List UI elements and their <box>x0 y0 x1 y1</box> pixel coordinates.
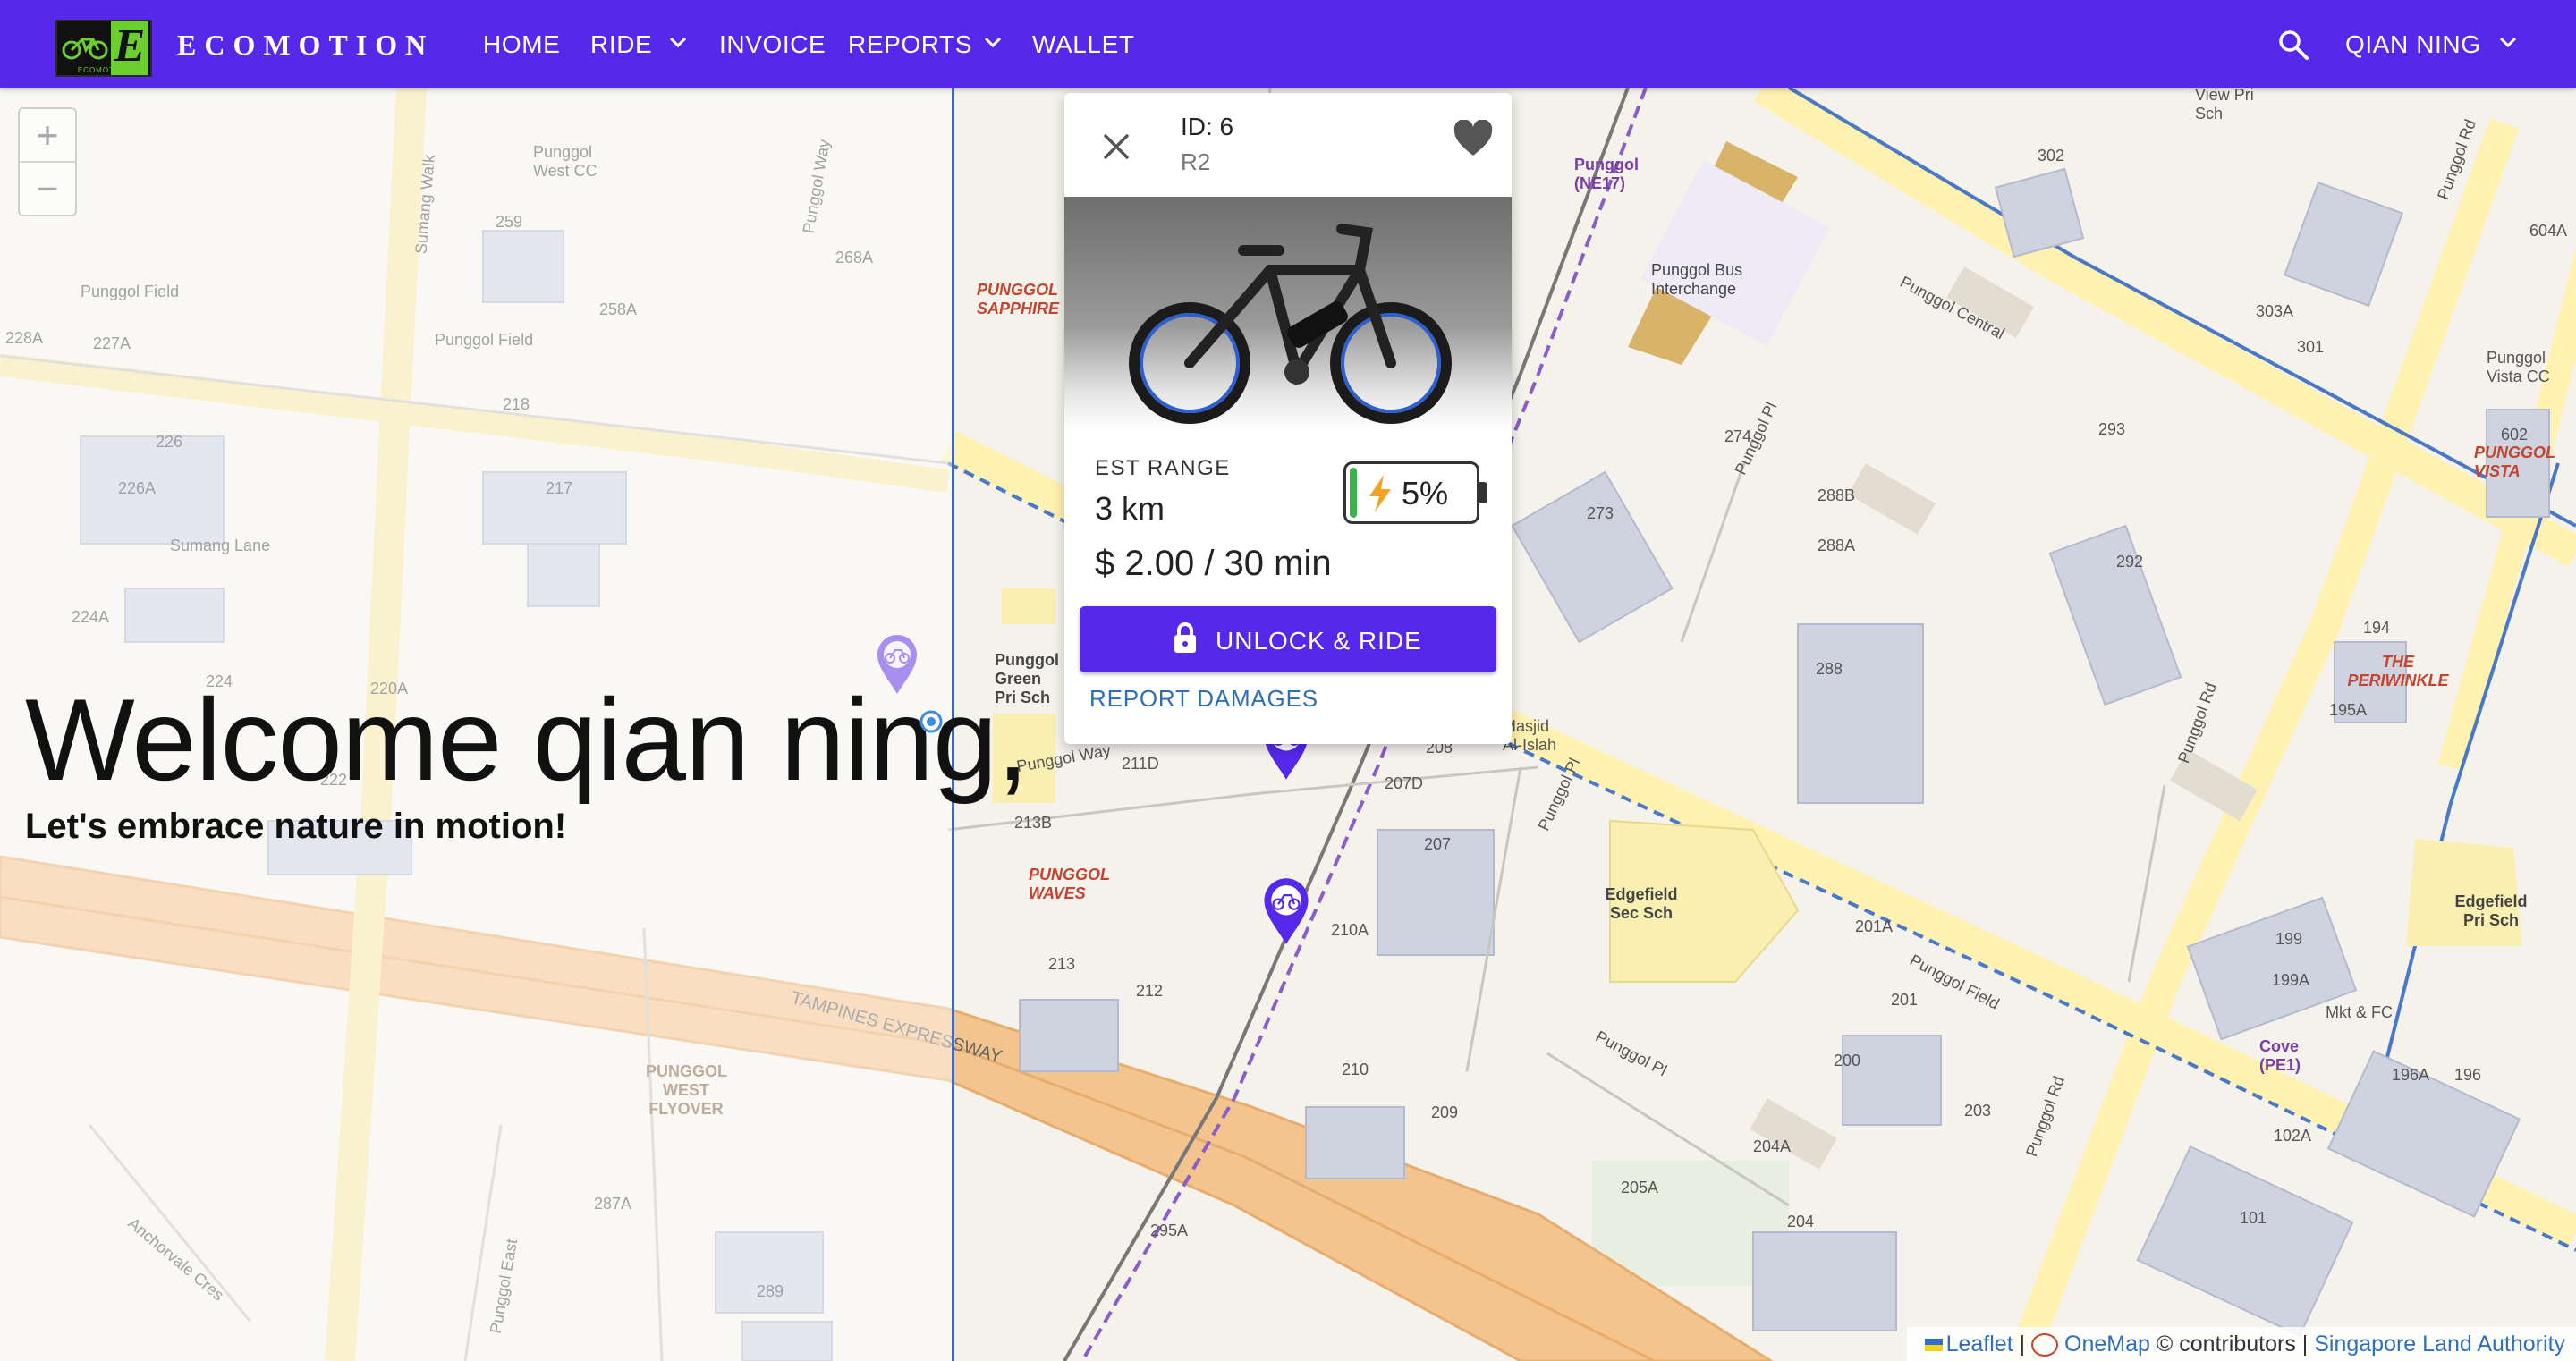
bike-detail-card: ID: 6 R2 EST RANGE 3 km 5% $ 2.00 / 30 m… <box>1064 93 1512 744</box>
brand-name[interactable]: ECOMOTION <box>177 29 434 62</box>
map-label: 209 <box>1431 1103 1459 1121</box>
map-label: 101 <box>2240 1209 2267 1227</box>
map-label: 604A <box>2529 222 2568 240</box>
map-label: 203 <box>1964 1102 1992 1120</box>
map-label: 288A <box>1818 537 1856 554</box>
map-label: 213B <box>1014 814 1053 832</box>
map-label: 292 <box>2116 553 2144 571</box>
map-label: 207D <box>1385 774 1424 792</box>
map-label: 273 <box>1587 504 1614 522</box>
close-icon[interactable] <box>1098 129 1134 165</box>
map-label: 295A <box>1150 1222 1189 1239</box>
report-damages-link[interactable]: REPORT DAMAGES <box>1089 685 1318 713</box>
map-label: 293 <box>2098 420 2126 438</box>
bike-logo-icon <box>62 38 108 60</box>
location-marker-icon[interactable] <box>918 708 945 735</box>
map-label: THE PERIWINKLE <box>2347 653 2449 689</box>
map-label: 210 <box>1342 1061 1369 1078</box>
bike-id: ID: 6 <box>1181 113 1234 140</box>
nav-ride[interactable]: RIDE <box>590 30 652 59</box>
chevron-down-icon[interactable] <box>2499 36 2517 48</box>
attribution-contributors: © contributors | <box>2156 1331 2309 1357</box>
range-value: 3 km <box>1095 490 1165 527</box>
bike-pin-icon[interactable] <box>1261 876 1311 946</box>
logo-caption: ECOMOTION <box>77 66 131 74</box>
map-label: 199A <box>2272 971 2310 989</box>
lightning-icon <box>1369 475 1391 512</box>
map-label: 201A <box>1855 917 1894 935</box>
map-label: 213 <box>1048 955 1076 973</box>
search-icon[interactable] <box>2277 29 2309 61</box>
map-label: Punggol Bus Interchange <box>1651 261 1743 298</box>
battery-fill <box>1350 468 1357 518</box>
zoom-in-button[interactable]: + <box>20 109 75 161</box>
chevron-down-icon[interactable] <box>984 36 1002 48</box>
map-label: Mkt & FC <box>2326 1003 2393 1021</box>
nav-wallet[interactable]: WALLET <box>1032 30 1135 59</box>
app-logo[interactable]: E ECOMOTION <box>55 20 152 77</box>
map-label: PUNGGOL VISTA <box>2474 444 2555 480</box>
map-label: View Pri Sch <box>2195 88 2254 123</box>
map-label: 211D <box>1122 755 1159 773</box>
map-label: 210A <box>1331 921 1369 939</box>
map-label: 288B <box>1818 486 1856 504</box>
map-label: 212 <box>1136 982 1164 1000</box>
map-label: 301 <box>2297 338 2325 356</box>
unlock-ride-label: UNLOCK & RIDE <box>1216 627 1422 655</box>
lock-icon <box>1174 622 1196 653</box>
zoom-out-button[interactable]: − <box>20 161 75 215</box>
map-label: Edgefield Pri Sch <box>2454 892 2528 929</box>
map-label: Punggol (NE17) <box>1574 156 1639 192</box>
map-label: PUNGGOL WAVES <box>1029 866 1110 902</box>
leaflet-link[interactable]: Leaflet <box>1946 1331 2013 1357</box>
battery-percent: 5% <box>1402 475 1449 511</box>
top-navbar: E ECOMOTION ECOMOTION HOME RIDE INVOICE … <box>0 0 2576 88</box>
battery-indicator: 5% <box>1343 461 1487 524</box>
bike-code: R2 <box>1181 148 1211 175</box>
ride-price: $ 2.00 / 30 min <box>1095 544 1332 583</box>
zoom-control: + − <box>18 107 77 216</box>
map-label: 274 <box>1724 427 1752 445</box>
bike-image <box>1129 224 1452 424</box>
heart-icon[interactable] <box>1453 120 1494 157</box>
flag-icon <box>1924 1339 1943 1352</box>
attribution-separator: | <box>2019 1331 2026 1357</box>
map-attribution: Leaflet | OneMap © contributors | Singap… <box>1906 1327 2576 1361</box>
sla-link[interactable]: Singapore Land Authority <box>2314 1331 2565 1357</box>
map-label: 204A <box>1753 1137 1792 1155</box>
map-label: 204 <box>1787 1213 1815 1230</box>
range-label: EST RANGE <box>1095 456 1231 480</box>
nav-invoice[interactable]: INVOICE <box>719 30 826 59</box>
map-label: 195A <box>2329 701 2368 719</box>
nav-home[interactable]: HOME <box>483 30 560 59</box>
onemap-link[interactable]: OneMap <box>2064 1331 2150 1357</box>
map-label: 602 <box>2501 426 2529 444</box>
map-label: 102A <box>2274 1127 2312 1145</box>
user-menu[interactable]: QIAN NING <box>2345 30 2481 59</box>
bike-pin-icon[interactable] <box>875 633 919 696</box>
map-label: Cove (PE1) <box>2259 1037 2301 1074</box>
map-label: PUNGGOL SAPPHIRE <box>977 281 1060 317</box>
map-label: 194 <box>2363 619 2391 637</box>
map-label: 207 <box>1424 835 1452 853</box>
map-label: 201 <box>1891 991 1919 1009</box>
nav-reports[interactable]: REPORTS <box>848 30 972 59</box>
onemap-logo-icon <box>2031 1333 2059 1357</box>
map-label: 288 <box>1816 660 1843 678</box>
map-label: 303A <box>2256 302 2294 320</box>
battery-nub <box>1479 482 1487 503</box>
map-label: Masjid Al-Islah <box>1503 717 1557 754</box>
map-label: 196A <box>2392 1066 2430 1084</box>
chevron-down-icon[interactable] <box>669 36 687 48</box>
map-label: 302 <box>2038 147 2065 165</box>
welcome-subtitle: Let's embrace nature in motion! <box>25 807 567 846</box>
map-label: 199 <box>2275 930 2303 948</box>
map-label: Punggol Vista CC <box>2487 349 2550 385</box>
map-label: 196 <box>2454 1066 2482 1084</box>
map-label: 200 <box>1834 1052 1861 1069</box>
map-label: 205A <box>1621 1179 1659 1196</box>
map-label: Edgefield Sec Sch <box>1605 885 1678 922</box>
bike-photo <box>1064 197 1512 431</box>
unlock-ride-button[interactable]: UNLOCK & RIDE <box>1080 606 1496 672</box>
